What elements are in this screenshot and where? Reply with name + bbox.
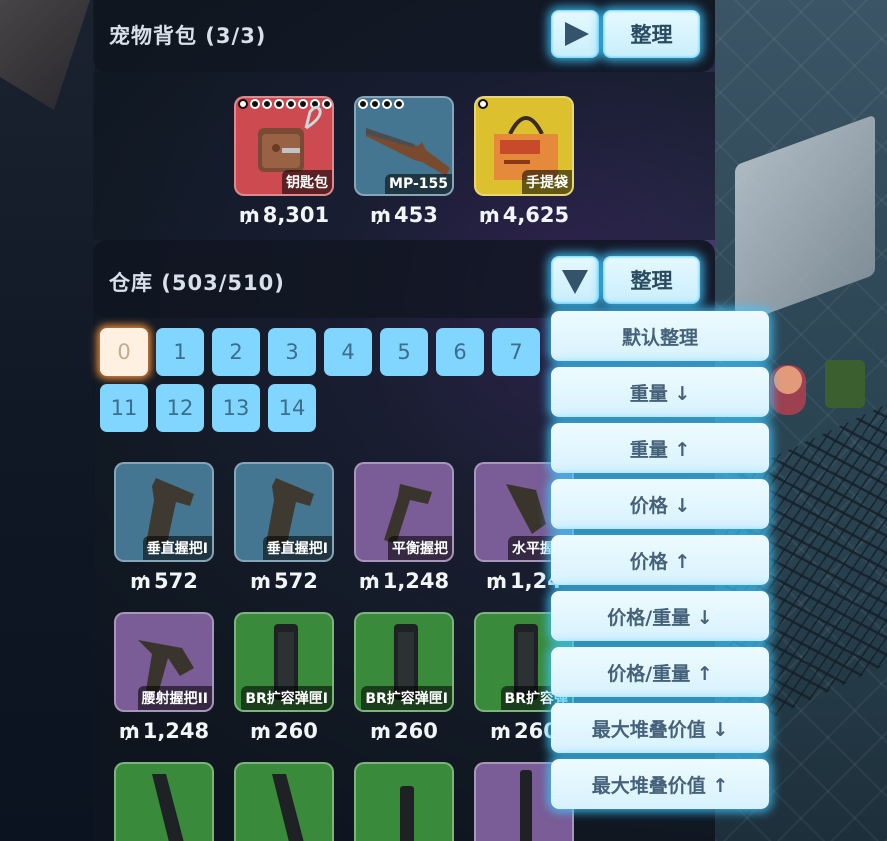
page-button-11[interactable]: 11 [100,384,148,432]
warehouse-item-br-extended-mag[interactable]: BR扩容弹匣I [354,612,454,712]
sort-option-weight-asc[interactable]: 重量 ↑ [551,423,769,473]
page-button-12[interactable]: 12 [156,384,204,432]
warehouse-item-price: ₥ 260 [250,719,318,743]
page-button-1[interactable]: 1 [156,328,204,376]
sort-option-max-stack-value-desc[interactable]: 最大堆叠价值 ↓ [551,703,769,753]
item-label: MP-155 [385,174,452,194]
sort-option-max-stack-value-asc[interactable]: 最大堆叠价值 ↑ [551,759,769,809]
warehouse-title: 仓库 (503/510) [109,271,285,295]
page-button-14[interactable]: 14 [268,384,316,432]
page-button-3[interactable]: 3 [268,328,316,376]
sort-option-price-asc[interactable]: 价格 ↑ [551,535,769,585]
page-button-2[interactable]: 2 [212,328,260,376]
warehouse-item-magazine[interactable] [114,762,214,841]
warehouse-item-hipfire-grip[interactable]: 腰射握把II [114,612,214,712]
page-button-0[interactable]: 0 [100,328,148,376]
pet-bag-sort-button[interactable]: 整理 [603,10,700,58]
warehouse-item-price: ₥ 1,248 [358,569,450,593]
pet-item-price: ₥ 453 [370,203,438,227]
scene-character [770,365,806,415]
warehouse-item-balance-grip[interactable]: 平衡握把 [354,462,454,562]
page-button-4[interactable]: 4 [324,328,372,376]
sort-option-price-per-weight-asc[interactable]: 价格/重量 ↑ [551,647,769,697]
sort-option-price-per-weight-desc[interactable]: 价格/重量 ↓ [551,591,769,641]
page-button-6[interactable]: 6 [436,328,484,376]
warehouse-item-vertical-grip[interactable]: 垂直握把I [114,462,214,562]
item-label: BR扩容弹匣I [361,686,452,710]
sort-option-weight-desc[interactable]: 重量 ↓ [551,367,769,417]
item-label: 手提袋 [522,170,572,194]
warehouse-sort-dropdown-toggle[interactable] [551,256,599,304]
item-label: 腰射握把II [137,686,212,710]
item-label: 垂直握把I [262,536,332,560]
warehouse-item-price: ₥ 572 [250,569,318,593]
chevron-down-icon [562,270,588,294]
scene-jerrycan [825,360,865,408]
pet-item-price: ₥ 4,625 [478,203,570,227]
page-button-13[interactable]: 13 [212,384,260,432]
magazine-icon [400,786,414,841]
page-button-5[interactable]: 5 [380,328,428,376]
pet-item-key-pouch[interactable]: 钥匙包 [234,96,334,196]
warehouse-item-price: ₥ 1,248 [118,719,210,743]
warehouse-item-vertical-grip[interactable]: 垂直握把I [234,462,334,562]
warehouse-item-price: ₥ 260 [370,719,438,743]
sort-option-price-desc[interactable]: 价格 ↓ [551,479,769,529]
pet-item-price: ₥ 8,301 [238,203,330,227]
background-rock [0,0,90,110]
warehouse-item-magazine[interactable] [354,762,454,841]
pet-bag-expand-button[interactable] [551,10,599,58]
magazine-icon [272,774,304,841]
pet-item-tote-bag[interactable]: 手提袋 [474,96,574,196]
play-icon [565,22,589,46]
warehouse-item-price: ₥ 572 [130,569,198,593]
pet-item-mp155[interactable]: MP-155 [354,96,454,196]
item-label: 垂直握把I [142,536,212,560]
warehouse-item-magazine[interactable] [234,762,334,841]
pet-backpack-title: 宠物背包 (3/3) [109,24,267,48]
page-button-7[interactable]: 7 [492,328,540,376]
item-label: 钥匙包 [282,170,332,194]
sort-option-default[interactable]: 默认整理 [551,311,769,361]
magazine-icon [152,774,184,841]
item-label: 平衡握把 [388,536,452,560]
background-left [0,0,95,841]
item-label: BR扩容弹匣I [241,686,332,710]
warehouse-sort-button[interactable]: 整理 [603,256,700,304]
warehouse-item-br-extended-mag[interactable]: BR扩容弹匣I [234,612,334,712]
